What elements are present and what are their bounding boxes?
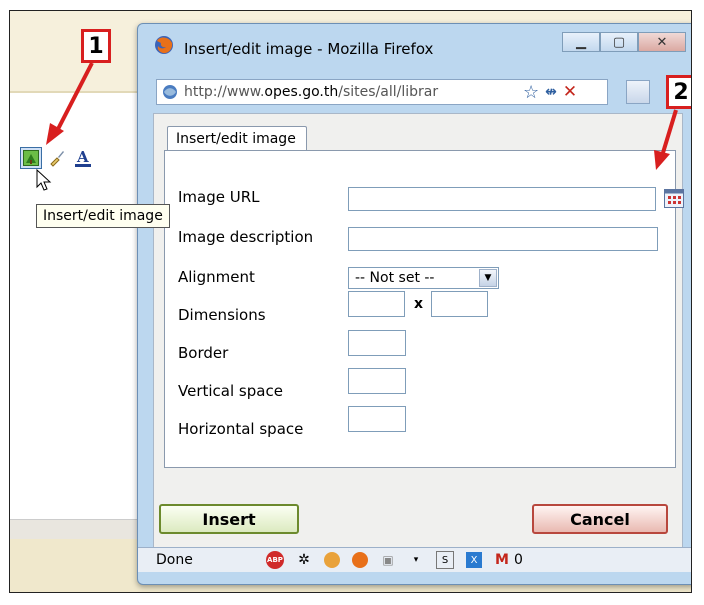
- vertical-space-label: Vertical space: [178, 382, 283, 400]
- maximize-button[interactable]: ▢: [600, 32, 638, 52]
- firebug-icon[interactable]: ✲: [296, 552, 312, 568]
- address-bar-icons: ☆ ↮ ✕: [523, 82, 577, 103]
- screenshot-frame: A Insert/edit image 1 2 Insert/edit imag…: [9, 10, 692, 593]
- width-input[interactable]: [348, 291, 405, 317]
- dropdown-arrow-icon[interactable]: ▾: [408, 552, 424, 568]
- callout-2-arrow: [654, 109, 678, 170]
- window-titlebar[interactable]: Insert/edit image - Mozilla Firefox ▁ ▢ …: [138, 24, 691, 68]
- alignment-value: -- Not set --: [355, 270, 435, 286]
- alignment-select[interactable]: -- Not set -- ▼: [348, 267, 499, 289]
- callout-2: 2: [666, 75, 691, 109]
- adblock-icon[interactable]: ABP: [266, 551, 284, 569]
- border-label: Border: [178, 344, 229, 362]
- camera-icon[interactable]: ▣: [380, 552, 396, 568]
- image-description-label: Image description: [178, 228, 314, 246]
- close-window-button[interactable]: ✕: [638, 32, 686, 52]
- insert-image-tooltip: Insert/edit image: [36, 204, 170, 228]
- image-url-input[interactable]: [348, 187, 656, 211]
- cleanup-icon: [50, 151, 64, 167]
- image-description-input[interactable]: [348, 227, 658, 251]
- border-input[interactable]: [348, 330, 406, 356]
- firefox-status-icon[interactable]: [352, 552, 368, 568]
- alignment-label: Alignment: [178, 268, 255, 286]
- dialog-content: Insert/edit image: [153, 113, 683, 555]
- callout-1-arrow: [46, 62, 94, 145]
- insert-image-icon: [23, 150, 39, 166]
- close-icon: ✕: [656, 34, 668, 50]
- dimensions-label: Dimensions: [178, 306, 266, 324]
- minimize-button[interactable]: ▁: [562, 32, 600, 52]
- minimize-icon: ▁: [576, 34, 586, 50]
- bookmark-star-icon[interactable]: ☆: [523, 82, 539, 103]
- text-color-icon: A: [75, 148, 91, 167]
- horizontal-space-input[interactable]: [348, 406, 406, 432]
- statusbar-icons: ABP ✲ ▣ ▾ S X M 0: [266, 551, 523, 569]
- greasemonkey-icon[interactable]: [324, 552, 340, 568]
- mail-count: 0: [514, 552, 523, 568]
- address-bar[interactable]: http://www.opes.go.th/sites/all/librar ☆…: [156, 79, 608, 105]
- firefox-statusbar: Done ABP ✲ ▣ ▾ S X M 0: [138, 547, 691, 572]
- vertical-space-input[interactable]: [348, 368, 406, 394]
- url-suffix: /sites/all/librar: [338, 84, 439, 100]
- horizontal-space-label: Horizontal space: [178, 420, 304, 438]
- sidebar-toggle-icon[interactable]: [626, 80, 650, 104]
- url-domain: opes.go.th: [264, 84, 339, 100]
- callout-1: 1: [81, 29, 111, 63]
- tab-insert-edit-image[interactable]: Insert/edit image: [167, 126, 307, 153]
- mouse-cursor-icon: [36, 169, 52, 191]
- firefox-logo-icon: [155, 36, 173, 54]
- xmarks-icon[interactable]: X: [466, 552, 482, 568]
- image-url-label: Image URL: [178, 188, 260, 206]
- skype-icon[interactable]: S: [436, 551, 454, 569]
- gmail-icon[interactable]: M: [494, 552, 510, 568]
- browse-icon[interactable]: [664, 189, 684, 208]
- window-title: Insert/edit image - Mozilla Firefox: [184, 40, 434, 58]
- chevron-down-icon: ▼: [479, 269, 497, 287]
- insert-image-button[interactable]: [20, 147, 42, 169]
- site-favicon-icon: [163, 85, 177, 99]
- stop-icon[interactable]: ✕: [563, 82, 577, 102]
- reload-icon[interactable]: ↮: [545, 84, 557, 100]
- maximize-icon: ▢: [612, 34, 626, 50]
- url-text: http://www.opes.go.th/sites/all/librar: [184, 84, 519, 100]
- height-input[interactable]: [431, 291, 488, 317]
- url-prefix: http://www.: [184, 84, 265, 100]
- insert-button[interactable]: Insert: [159, 504, 299, 534]
- dimensions-separator: x: [414, 296, 424, 312]
- cancel-button[interactable]: Cancel: [532, 504, 668, 534]
- status-text: Done: [156, 552, 193, 568]
- window-controls: ▁ ▢ ✕: [562, 32, 686, 52]
